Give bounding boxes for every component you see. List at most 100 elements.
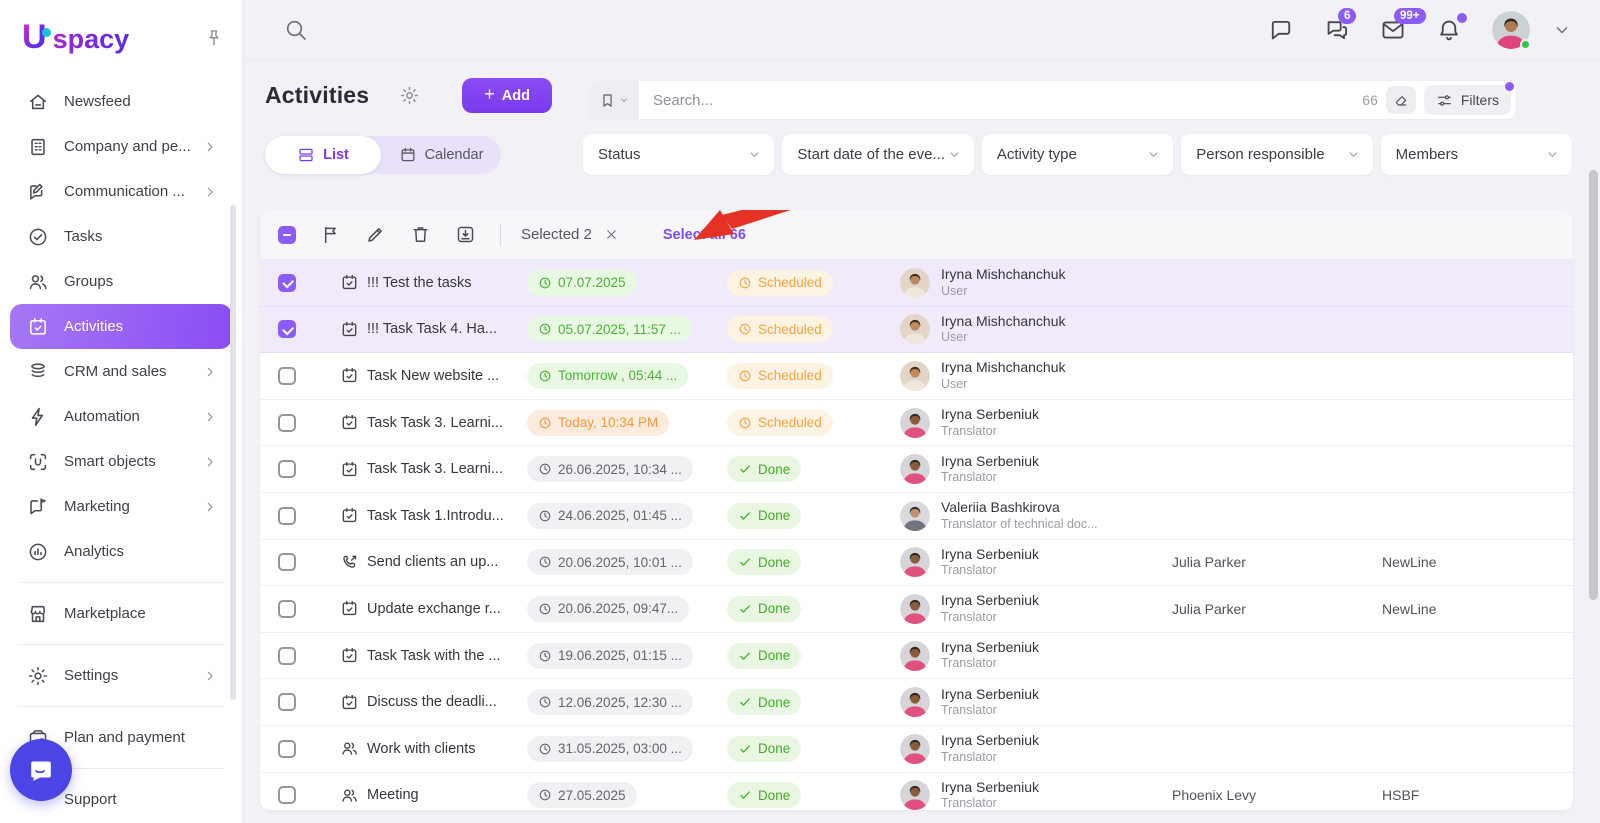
responsible-person[interactable]: Valeriia Bashkirova Translator of techni… bbox=[900, 499, 1172, 532]
sidebar-item-marketplace[interactable]: Marketplace bbox=[10, 591, 232, 636]
filter-dropdown-start-date-of-the-eve[interactable]: Start date of the eve... bbox=[782, 134, 974, 175]
sidebar-item-newsfeed[interactable]: Newsfeed bbox=[10, 79, 232, 124]
support-chat-widget-button[interactable] bbox=[10, 739, 72, 801]
responsible-person[interactable]: Iryna Serbeniuk Translator bbox=[900, 453, 1172, 486]
row-checkbox[interactable] bbox=[278, 786, 296, 805]
comments-icon[interactable] bbox=[1268, 17, 1294, 43]
activity-title[interactable]: !!! Task Task 4. Ha... bbox=[367, 321, 527, 337]
user-avatar[interactable] bbox=[1492, 10, 1531, 50]
notifications-bell-icon[interactable] bbox=[1436, 12, 1467, 43]
tab-list-view[interactable]: List bbox=[265, 136, 381, 174]
activity-row[interactable]: !!! Test the tasks 07.07.2025 Scheduled … bbox=[260, 260, 1573, 307]
mail-icon[interactable]: 99+ bbox=[1380, 7, 1426, 43]
responsible-person[interactable]: Iryna Serbeniuk Translator bbox=[900, 592, 1172, 625]
page-settings-gear-icon[interactable] bbox=[399, 85, 420, 106]
company-name[interactable]: NewLine bbox=[1382, 601, 1573, 617]
flag-action-icon[interactable] bbox=[320, 224, 341, 245]
activity-title[interactable]: Task Task 1.Introdu... bbox=[367, 508, 527, 524]
activity-row[interactable]: !!! Task Task 4. Ha... 05.07.2025, 11:57… bbox=[260, 306, 1573, 354]
contact-name[interactable]: Julia Parker bbox=[1172, 554, 1382, 570]
activity-row[interactable]: Send clients an up... 20.06.2025, 10:01 … bbox=[260, 539, 1573, 587]
activity-row[interactable]: Meeting 27.05.2025 Done Iryna Serbeniuk … bbox=[260, 772, 1573, 810]
sidebar-scrollbar[interactable] bbox=[230, 205, 236, 700]
tab-calendar-view[interactable]: Calendar bbox=[381, 136, 501, 174]
filter-dropdown-members[interactable]: Members bbox=[1380, 134, 1573, 175]
page-scrollbar[interactable] bbox=[1589, 170, 1598, 600]
sidebar-item-activities[interactable]: Activities bbox=[10, 304, 232, 349]
responsible-person[interactable]: Iryna Serbeniuk Translator bbox=[900, 406, 1172, 439]
activity-row[interactable]: Discuss the deadli... 12.06.2025, 12:30 … bbox=[260, 679, 1573, 726]
row-checkbox[interactable] bbox=[278, 646, 296, 665]
row-checkbox[interactable] bbox=[278, 506, 296, 525]
sidebar-item-settings[interactable]: Settings bbox=[10, 653, 232, 698]
activity-row[interactable]: Work with clients 31.05.2025, 03:00 ... … bbox=[260, 725, 1573, 773]
activity-row[interactable]: Task Task 1.Introdu... 24.06.2025, 01:45… bbox=[260, 492, 1573, 540]
clear-search-button[interactable] bbox=[1385, 86, 1416, 114]
activity-title[interactable]: Work with clients bbox=[367, 741, 527, 757]
filter-dropdown-activity-type[interactable]: Activity type bbox=[981, 134, 1174, 175]
responsible-person[interactable]: Iryna Mishchanchuk User bbox=[900, 266, 1172, 299]
edit-action-icon[interactable] bbox=[365, 224, 386, 245]
export-action-icon[interactable] bbox=[455, 224, 476, 245]
row-checkbox[interactable] bbox=[278, 320, 296, 339]
add-button[interactable]: + Add bbox=[462, 78, 552, 113]
responsible-person[interactable]: Iryna Serbeniuk Translator bbox=[900, 779, 1172, 810]
responsible-person[interactable]: Iryna Mishchanchuk User bbox=[900, 359, 1172, 392]
sidebar-item-crm-and-sales[interactable]: CRM and sales bbox=[10, 349, 232, 394]
activity-row[interactable]: Update exchange r... 20.06.2025, 09:47..… bbox=[260, 586, 1573, 633]
search-input[interactable] bbox=[639, 91, 1363, 109]
chats-icon[interactable]: 6 bbox=[1324, 7, 1357, 43]
activity-title[interactable]: Meeting bbox=[367, 787, 527, 803]
row-checkbox[interactable] bbox=[278, 460, 296, 479]
contact-name[interactable]: Julia Parker bbox=[1172, 601, 1382, 617]
activity-title[interactable]: Task New website ... bbox=[367, 368, 527, 384]
global-search-icon[interactable] bbox=[284, 18, 308, 42]
sidebar-item-company-and-pe[interactable]: Company and pe... bbox=[10, 124, 232, 169]
activity-row[interactable]: Task Task 3. Learni... 26.06.2025, 10:34… bbox=[260, 446, 1573, 493]
responsible-person[interactable]: Iryna Serbeniuk Translator bbox=[900, 546, 1172, 579]
sidebar-item-marketing[interactable]: Marketing bbox=[10, 484, 232, 529]
filter-dropdown-person-responsible[interactable]: Person responsible bbox=[1181, 134, 1373, 175]
activity-title[interactable]: Task Task 3. Learni... bbox=[367, 415, 527, 431]
activity-row[interactable]: Task Task with the ... 19.06.2025, 01:15… bbox=[260, 632, 1573, 680]
sidebar-item-label: Marketplace bbox=[64, 605, 146, 622]
filter-dropdown-status[interactable]: Status bbox=[583, 134, 775, 175]
activity-title[interactable]: Task Task with the ... bbox=[367, 648, 527, 664]
row-checkbox[interactable] bbox=[278, 366, 296, 385]
row-checkbox[interactable] bbox=[278, 273, 296, 292]
activity-title[interactable]: Discuss the deadli... bbox=[367, 694, 527, 710]
filters-button[interactable]: Filters bbox=[1423, 82, 1514, 115]
pin-sidebar-icon[interactable] bbox=[204, 28, 224, 48]
profile-chevron-down-icon[interactable] bbox=[1552, 20, 1572, 40]
row-checkbox[interactable] bbox=[278, 553, 296, 572]
sidebar-item-tasks[interactable]: Tasks bbox=[10, 214, 232, 259]
activity-row[interactable]: Task New website ... Tomorrow , 05:44 ..… bbox=[260, 353, 1573, 400]
row-checkbox[interactable] bbox=[278, 599, 296, 618]
select-all-checkbox[interactable] bbox=[278, 225, 296, 244]
company-name[interactable]: HSBF bbox=[1382, 787, 1573, 803]
sidebar-item-communication[interactable]: Communication ... bbox=[10, 169, 232, 214]
responsible-person[interactable]: Iryna Mishchanchuk User bbox=[900, 313, 1172, 346]
row-checkbox[interactable] bbox=[278, 693, 296, 712]
sidebar-item-analytics[interactable]: Analytics bbox=[10, 529, 232, 574]
responsible-person[interactable]: Iryna Serbeniuk Translator bbox=[900, 686, 1172, 719]
responsible-person[interactable]: Iryna Serbeniuk Translator bbox=[900, 732, 1172, 765]
row-checkbox[interactable] bbox=[278, 413, 296, 432]
select-all-link[interactable]: Select all 66 bbox=[663, 227, 746, 243]
activity-title[interactable]: !!! Test the tasks bbox=[367, 275, 527, 291]
responsible-person[interactable]: Iryna Serbeniuk Translator bbox=[900, 639, 1172, 672]
contact-name[interactable]: Phoenix Levy bbox=[1172, 787, 1382, 803]
saved-filters-bookmark-button[interactable] bbox=[589, 81, 639, 119]
uspacy-logo[interactable]: U spacy bbox=[22, 18, 129, 57]
clear-selection-icon[interactable] bbox=[604, 227, 619, 242]
activity-title[interactable]: Task Task 3. Learni... bbox=[367, 461, 527, 477]
activity-row[interactable]: Task Task 3. Learni... Today, 10:34 PM S… bbox=[260, 399, 1573, 447]
company-name[interactable]: NewLine bbox=[1382, 554, 1573, 570]
delete-action-icon[interactable] bbox=[410, 224, 431, 245]
sidebar-item-smart-objects[interactable]: Smart objects bbox=[10, 439, 232, 484]
sidebar-item-automation[interactable]: Automation bbox=[10, 394, 232, 439]
row-checkbox[interactable] bbox=[278, 739, 296, 758]
activity-title[interactable]: Update exchange r... bbox=[367, 601, 527, 617]
sidebar-item-groups[interactable]: Groups bbox=[10, 259, 232, 304]
activity-title[interactable]: Send clients an up... bbox=[367, 554, 527, 570]
